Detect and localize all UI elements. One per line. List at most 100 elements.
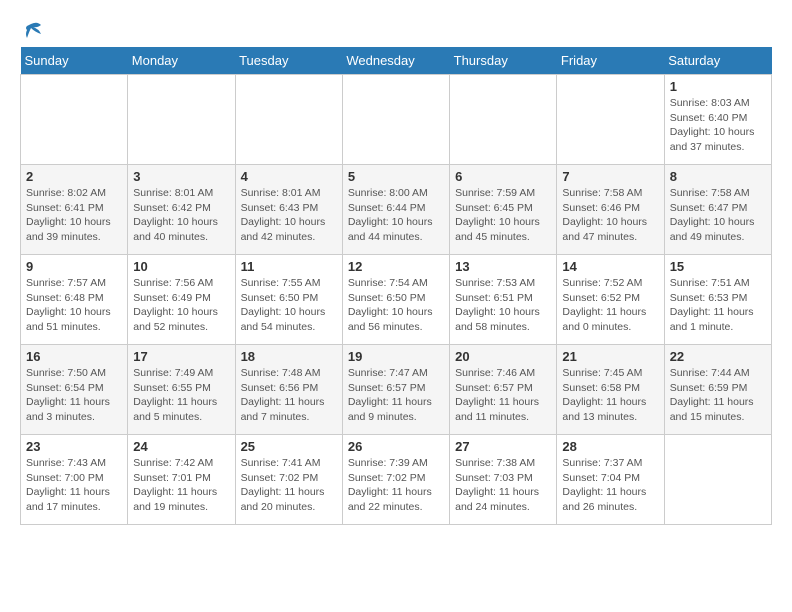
day-number: 15 [670, 259, 766, 274]
day-number: 17 [133, 349, 229, 364]
day-number: 21 [562, 349, 658, 364]
week-row-5: 23 Sunrise: 7:43 AM Sunset: 7:00 PM Dayli… [21, 435, 772, 525]
day-info: Sunrise: 7:45 AM Sunset: 6:58 PM Dayligh… [562, 366, 658, 425]
day-cell: 14 Sunrise: 7:52 AM Sunset: 6:52 PM Dayli… [557, 255, 664, 345]
day-number: 28 [562, 439, 658, 454]
day-cell: 7Sunrise: 7:58 AM Sunset: 6:46 PM Daylig… [557, 165, 664, 255]
day-cell [128, 75, 235, 165]
day-number: 25 [241, 439, 337, 454]
day-cell: 19 Sunrise: 7:47 AM Sunset: 6:57 PM Dayli… [342, 345, 449, 435]
weekday-monday: Monday [128, 47, 235, 75]
weekday-thursday: Thursday [450, 47, 557, 75]
day-info: Sunrise: 8:01 AM Sunset: 6:43 PM Dayligh… [241, 186, 337, 245]
day-info: Sunrise: 8:02 AM Sunset: 6:41 PM Dayligh… [26, 186, 122, 245]
day-number: 6 [455, 169, 551, 184]
day-cell: 15 Sunrise: 7:51 AM Sunset: 6:53 PM Dayli… [664, 255, 771, 345]
day-cell: 26 Sunrise: 7:39 AM Sunset: 7:02 PM Dayli… [342, 435, 449, 525]
day-cell: 24 Sunrise: 7:42 AM Sunset: 7:01 PM Dayli… [128, 435, 235, 525]
day-cell: 25 Sunrise: 7:41 AM Sunset: 7:02 PM Dayli… [235, 435, 342, 525]
day-info: Sunrise: 7:57 AM Sunset: 6:48 PM Dayligh… [26, 276, 122, 335]
day-info: Sunrise: 7:54 AM Sunset: 6:50 PM Dayligh… [348, 276, 444, 335]
day-cell: 18 Sunrise: 7:48 AM Sunset: 6:56 PM Dayli… [235, 345, 342, 435]
week-row-4: 16 Sunrise: 7:50 AM Sunset: 6:54 PM Dayli… [21, 345, 772, 435]
day-number: 23 [26, 439, 122, 454]
day-cell [235, 75, 342, 165]
day-cell: 9 Sunrise: 7:57 AM Sunset: 6:48 PM Daylig… [21, 255, 128, 345]
weekday-wednesday: Wednesday [342, 47, 449, 75]
weekday-friday: Friday [557, 47, 664, 75]
day-info: Sunrise: 7:43 AM Sunset: 7:00 PM Dayligh… [26, 456, 122, 515]
day-info: Sunrise: 7:47 AM Sunset: 6:57 PM Dayligh… [348, 366, 444, 425]
day-info: Sunrise: 7:39 AM Sunset: 7:02 PM Dayligh… [348, 456, 444, 515]
day-cell: 23 Sunrise: 7:43 AM Sunset: 7:00 PM Dayli… [21, 435, 128, 525]
day-info: Sunrise: 7:48 AM Sunset: 6:56 PM Dayligh… [241, 366, 337, 425]
day-number: 2 [26, 169, 122, 184]
day-cell [342, 75, 449, 165]
day-number: 22 [670, 349, 766, 364]
header [20, 20, 772, 43]
day-info: Sunrise: 8:01 AM Sunset: 6:42 PM Dayligh… [133, 186, 229, 245]
weekday-tuesday: Tuesday [235, 47, 342, 75]
day-cell: 12 Sunrise: 7:54 AM Sunset: 6:50 PM Dayli… [342, 255, 449, 345]
day-cell: 4 Sunrise: 8:01 AM Sunset: 6:43 PM Daylig… [235, 165, 342, 255]
day-cell: 1 Sunrise: 8:03 AM Sunset: 6:40 PM Daylig… [664, 75, 771, 165]
day-number: 14 [562, 259, 658, 274]
day-number: 4 [241, 169, 337, 184]
day-cell: 5Sunrise: 8:00 AM Sunset: 6:44 PM Daylig… [342, 165, 449, 255]
day-cell: 8 Sunrise: 7:58 AM Sunset: 6:47 PM Daylig… [664, 165, 771, 255]
day-info: Sunrise: 8:03 AM Sunset: 6:40 PM Dayligh… [670, 96, 766, 155]
page-container: SundayMondayTuesdayWednesdayThursdayFrid… [20, 20, 772, 525]
day-number: 9 [26, 259, 122, 274]
day-info: Sunrise: 7:38 AM Sunset: 7:03 PM Dayligh… [455, 456, 551, 515]
day-number: 11 [241, 259, 337, 274]
day-info: Sunrise: 7:58 AM Sunset: 6:46 PM Dayligh… [562, 186, 658, 245]
day-cell: 17Sunrise: 7:49 AM Sunset: 6:55 PM Dayli… [128, 345, 235, 435]
day-info: Sunrise: 7:42 AM Sunset: 7:01 PM Dayligh… [133, 456, 229, 515]
day-number: 3 [133, 169, 229, 184]
day-cell: 13 Sunrise: 7:53 AM Sunset: 6:51 PM Dayli… [450, 255, 557, 345]
day-cell [450, 75, 557, 165]
week-row-1: 1 Sunrise: 8:03 AM Sunset: 6:40 PM Daylig… [21, 75, 772, 165]
day-info: Sunrise: 7:59 AM Sunset: 6:45 PM Dayligh… [455, 186, 551, 245]
day-info: Sunrise: 7:55 AM Sunset: 6:50 PM Dayligh… [241, 276, 337, 335]
day-info: Sunrise: 7:53 AM Sunset: 6:51 PM Dayligh… [455, 276, 551, 335]
day-cell: 21 Sunrise: 7:45 AM Sunset: 6:58 PM Dayli… [557, 345, 664, 435]
day-number: 16 [26, 349, 122, 364]
day-number: 8 [670, 169, 766, 184]
day-info: Sunrise: 8:00 AM Sunset: 6:44 PM Dayligh… [348, 186, 444, 245]
day-number: 13 [455, 259, 551, 274]
day-cell [664, 435, 771, 525]
day-number: 1 [670, 79, 766, 94]
day-cell [21, 75, 128, 165]
day-cell: 11 Sunrise: 7:55 AM Sunset: 6:50 PM Dayli… [235, 255, 342, 345]
day-number: 18 [241, 349, 337, 364]
day-number: 19 [348, 349, 444, 364]
day-info: Sunrise: 7:56 AM Sunset: 6:49 PM Dayligh… [133, 276, 229, 335]
logo-bird-icon [23, 20, 45, 42]
day-info: Sunrise: 7:50 AM Sunset: 6:54 PM Dayligh… [26, 366, 122, 425]
day-info: Sunrise: 7:58 AM Sunset: 6:47 PM Dayligh… [670, 186, 766, 245]
week-row-2: 2 Sunrise: 8:02 AM Sunset: 6:41 PM Daylig… [21, 165, 772, 255]
day-number: 27 [455, 439, 551, 454]
day-info: Sunrise: 7:41 AM Sunset: 7:02 PM Dayligh… [241, 456, 337, 515]
week-row-3: 9 Sunrise: 7:57 AM Sunset: 6:48 PM Daylig… [21, 255, 772, 345]
calendar-table: SundayMondayTuesdayWednesdayThursdayFrid… [20, 47, 772, 525]
day-info: Sunrise: 7:52 AM Sunset: 6:52 PM Dayligh… [562, 276, 658, 335]
day-info: Sunrise: 7:46 AM Sunset: 6:57 PM Dayligh… [455, 366, 551, 425]
day-info: Sunrise: 7:37 AM Sunset: 7:04 PM Dayligh… [562, 456, 658, 515]
day-cell: 2 Sunrise: 8:02 AM Sunset: 6:41 PM Daylig… [21, 165, 128, 255]
day-number: 24 [133, 439, 229, 454]
day-cell: 28 Sunrise: 7:37 AM Sunset: 7:04 PM Dayli… [557, 435, 664, 525]
weekday-header-row: SundayMondayTuesdayWednesdayThursdayFrid… [21, 47, 772, 75]
day-cell: 10Sunrise: 7:56 AM Sunset: 6:49 PM Dayli… [128, 255, 235, 345]
day-cell [557, 75, 664, 165]
day-cell: 22 Sunrise: 7:44 AM Sunset: 6:59 PM Dayli… [664, 345, 771, 435]
weekday-saturday: Saturday [664, 47, 771, 75]
day-number: 20 [455, 349, 551, 364]
day-cell: 16 Sunrise: 7:50 AM Sunset: 6:54 PM Dayli… [21, 345, 128, 435]
day-number: 26 [348, 439, 444, 454]
day-cell: 27 Sunrise: 7:38 AM Sunset: 7:03 PM Dayli… [450, 435, 557, 525]
day-info: Sunrise: 7:51 AM Sunset: 6:53 PM Dayligh… [670, 276, 766, 335]
day-info: Sunrise: 7:44 AM Sunset: 6:59 PM Dayligh… [670, 366, 766, 425]
day-number: 12 [348, 259, 444, 274]
